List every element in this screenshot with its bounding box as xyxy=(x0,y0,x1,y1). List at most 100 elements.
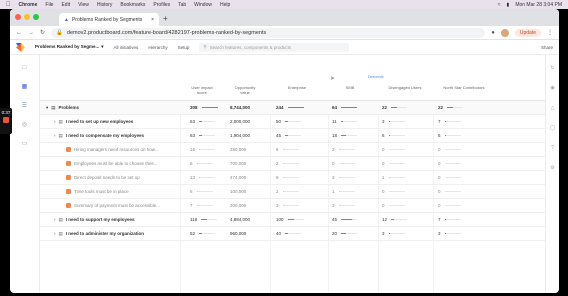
apple-icon[interactable]:  xyxy=(6,2,11,8)
cell-smb[interactable]: 18 xyxy=(332,133,358,138)
cell-ent[interactable]: 45 xyxy=(276,133,302,138)
cell-smb[interactable]: 64 xyxy=(332,105,358,110)
cell-opp[interactable]: 474,000 xyxy=(230,175,246,180)
back-icon[interactable]: ← xyxy=(16,30,22,36)
expand-chevron-icon[interactable]: › xyxy=(54,217,56,222)
help-icon[interactable]: ? xyxy=(551,145,554,151)
cell-nsc[interactable]: 5 xyxy=(438,133,461,138)
reload-icon[interactable]: ↻ xyxy=(40,29,45,36)
insights-icon[interactable]: □ xyxy=(23,65,27,71)
cell-dis[interactable]: 1 xyxy=(382,175,405,180)
table-row[interactable]: › ▤ I need to administer my organization 52… xyxy=(40,227,545,241)
column-header-user-impact[interactable]: User impact score xyxy=(182,85,222,95)
table-row[interactable]: ▾ ▤ Problems 308 8,744,000 244 64 22 22 xyxy=(40,101,545,115)
cell-impact[interactable]: 6 xyxy=(190,161,213,166)
cell-ent[interactable]: 50 xyxy=(276,119,302,124)
row-name[interactable]: › ▤ I need to set up new employees xyxy=(54,119,133,125)
cell-nsc[interactable]: 0 xyxy=(438,161,461,166)
cell-impact[interactable]: 118 xyxy=(190,217,218,222)
minimize-window-button[interactable] xyxy=(24,14,30,20)
row-name[interactable]: › ▤ I need to compensate my employees xyxy=(54,133,144,139)
new-tab-button[interactable]: + xyxy=(163,14,168,23)
cell-ent[interactable]: 6 xyxy=(276,147,299,152)
close-window-button[interactable] xyxy=(15,14,21,20)
roadmap-icon[interactable]: ☰ xyxy=(22,102,27,109)
clock[interactable]: Mon Mar 28 3:04 PM xyxy=(515,2,562,8)
battery-icon[interactable]: ▮ xyxy=(507,2,510,8)
cell-nsc[interactable]: 0 xyxy=(438,189,461,194)
setup-button[interactable]: Setup xyxy=(178,45,190,50)
productboard-logo-icon[interactable] xyxy=(16,42,25,52)
row-name[interactable]: › ▤ I need to administer my organization xyxy=(54,231,144,237)
menu-help[interactable]: Help xyxy=(220,2,230,8)
cell-opp[interactable]: 1,904,000 xyxy=(230,133,250,138)
share-button[interactable]: Share xyxy=(541,45,553,50)
cell-nsc[interactable]: 0 xyxy=(438,175,461,180)
row-name[interactable]: Hiring managers need resources on how... xyxy=(66,147,159,152)
column-header-opportunity[interactable]: Opportunity value xyxy=(224,85,266,95)
cell-impact[interactable]: 13 xyxy=(190,175,216,180)
column-header-disengaged[interactable]: Disengaged Users xyxy=(380,85,430,90)
chat-icon[interactable]: ◉ xyxy=(550,85,554,91)
wifi-icon[interactable]: ≈ xyxy=(498,2,501,8)
expand-chevron-icon[interactable]: › xyxy=(54,119,56,124)
cell-impact[interactable]: 63 xyxy=(190,133,216,138)
cell-opp[interactable]: 960,000 xyxy=(230,231,246,236)
cell-ent[interactable]: 2 xyxy=(276,189,299,194)
cell-impact[interactable]: 52 xyxy=(190,231,216,236)
refresh-icon[interactable]: ↻ xyxy=(550,65,554,71)
cell-dis[interactable]: 22 xyxy=(382,105,408,110)
cell-smb[interactable]: 20 xyxy=(332,231,358,236)
cell-opp[interactable]: 700,000 xyxy=(230,161,246,166)
row-name[interactable]: Direct deposit needs to be set up xyxy=(66,175,140,180)
browser-tab[interactable]: ▲ Problems Ranked by Segments × xyxy=(59,13,159,26)
cell-opp[interactable]: 4,884,000 xyxy=(230,217,250,222)
cell-nsc[interactable]: 0 xyxy=(438,147,461,152)
column-header-enterprise[interactable]: Enterprise xyxy=(272,85,322,90)
cell-nsc[interactable]: 3 xyxy=(438,231,461,236)
update-button[interactable]: Update xyxy=(514,28,541,37)
cell-nsc[interactable]: 0 xyxy=(438,203,461,208)
bell-icon[interactable]: △ xyxy=(551,105,555,111)
menu-file[interactable]: File xyxy=(45,2,53,8)
cell-opp[interactable]: 100,000 xyxy=(230,189,246,194)
table-row[interactable]: Time tools must be in place 6 100,000 2 1 0 0 xyxy=(40,185,545,199)
cell-nsc[interactable]: 7 xyxy=(438,217,461,222)
cell-smb[interactable]: 3 xyxy=(332,203,355,208)
menu-bookmarks[interactable]: Bookmarks xyxy=(120,2,145,8)
cell-nsc[interactable]: 22 xyxy=(438,105,464,110)
table-row[interactable]: › ▤ I need to support my employees 118 4,884… xyxy=(40,213,545,227)
hierarchy-button[interactable]: Hierarchy xyxy=(148,45,167,50)
cell-ent[interactable]: 9 xyxy=(276,175,299,180)
menu-tab[interactable]: Tab xyxy=(178,2,186,8)
cell-impact[interactable]: 7 xyxy=(190,203,213,208)
cell-opp[interactable]: 8,744,000 xyxy=(230,105,250,110)
more-menu-icon[interactable]: ⋮ xyxy=(547,29,553,36)
row-name[interactable]: Summary of payment must be accessible... xyxy=(66,203,160,208)
portal-icon[interactable]: ▭ xyxy=(22,140,28,147)
close-tab-icon[interactable]: × xyxy=(151,17,154,23)
cell-nsc[interactable]: 7 xyxy=(438,119,461,124)
extension-icon[interactable]: ● xyxy=(491,30,495,36)
cell-smb[interactable]: 2 xyxy=(332,147,355,152)
cell-dis[interactable]: 0 xyxy=(382,203,405,208)
cell-impact[interactable]: 6 xyxy=(190,189,213,194)
row-name[interactable]: Time tools must be in place xyxy=(66,189,129,194)
cell-dis[interactable]: 0 xyxy=(382,161,405,166)
app-menu[interactable]: Chrome xyxy=(19,2,38,8)
menu-window[interactable]: Window xyxy=(194,2,212,8)
objectives-icon[interactable]: ◎ xyxy=(22,121,27,128)
recording-widget[interactable]: 0:37 xyxy=(0,108,12,134)
menu-view[interactable]: View xyxy=(78,2,89,8)
cell-opp[interactable]: 2,000,000 xyxy=(230,119,250,124)
settings-icon[interactable]: ⚙ xyxy=(550,165,554,171)
cell-dis[interactable]: 0 xyxy=(382,189,405,194)
row-name[interactable]: Employees must be able to choose their..… xyxy=(66,161,158,166)
cell-dis[interactable]: 3 xyxy=(382,231,405,236)
table-row[interactable]: Summary of payment must be accessible...… xyxy=(40,199,545,213)
initiatives-filter[interactable]: All initiatives xyxy=(114,45,139,50)
column-header-smb[interactable]: SMB xyxy=(330,85,370,90)
search-input[interactable]: ⚲ Search features, components & products xyxy=(199,42,350,52)
cell-smb[interactable]: 1 xyxy=(332,189,355,194)
profile-avatar[interactable] xyxy=(500,28,509,37)
